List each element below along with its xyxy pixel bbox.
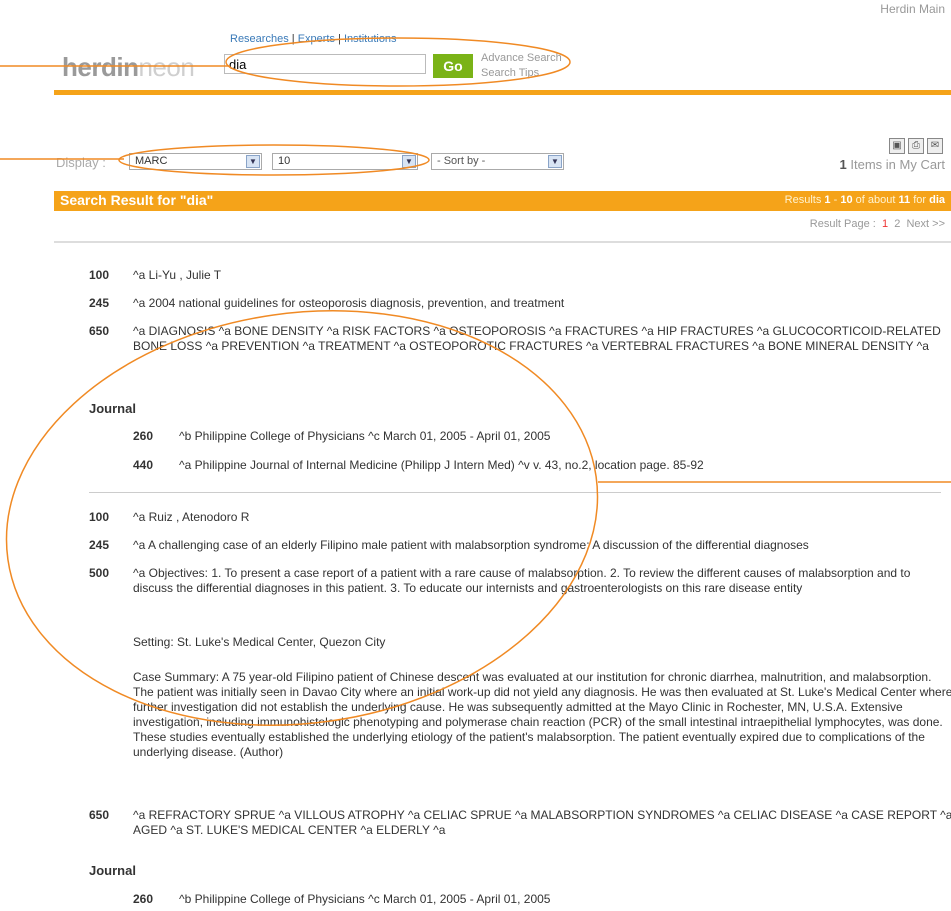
journal-heading: Journal (89, 401, 136, 416)
nav-researches[interactable]: Researches (230, 33, 289, 45)
format-select[interactable]: MARC ▼ (129, 153, 262, 170)
sort-select[interactable]: - Sort by - ▼ (431, 153, 564, 170)
result-title: Search Result for "dia" (60, 192, 214, 208)
pager: Result Page : 1 2 Next >> (809, 218, 945, 230)
chevron-down-icon: ▼ (548, 155, 562, 168)
nav-institutions[interactable]: Institutions (344, 33, 397, 45)
page-1[interactable]: 1 (882, 218, 888, 230)
count-select[interactable]: 10 ▼ (272, 153, 418, 170)
nav-experts[interactable]: Experts (298, 33, 335, 45)
chevron-down-icon: ▼ (246, 155, 260, 168)
display-label: Display : (56, 155, 106, 170)
search-links: Advance Search Search Tips (481, 51, 562, 81)
search-input[interactable] (224, 54, 426, 74)
result-bar: Search Result for "dia" Results 1 - 10 o… (54, 191, 951, 211)
header-divider (54, 90, 951, 95)
herdin-neon-logo[interactable]: herdinneon (62, 52, 195, 83)
cart-status[interactable]: 1 Items in My Cart (840, 157, 945, 172)
record-divider (89, 492, 941, 493)
email-icon[interactable]: ✉ (927, 138, 943, 154)
top-nav: Researches | Experts | Institutions (230, 33, 397, 45)
page-2[interactable]: 2 (894, 218, 900, 230)
save-icon[interactable]: ▣ (889, 138, 905, 154)
chevron-down-icon: ▼ (402, 155, 416, 168)
go-button[interactable]: Go (433, 54, 473, 78)
journal-heading: Journal (89, 863, 136, 878)
advance-search-link[interactable]: Advance Search (481, 51, 562, 66)
divider (54, 241, 951, 243)
print-icon[interactable]: ⎙ (908, 138, 924, 154)
toolbar-icons: ▣ ⎙ ✉ (886, 137, 943, 154)
search-tips-link[interactable]: Search Tips (481, 66, 562, 81)
next-link[interactable]: Next >> (906, 218, 945, 230)
result-count: Results 1 - 10 of about 11 for dia (784, 194, 945, 206)
herdin-main-link[interactable]: Herdin Main (880, 2, 945, 16)
annotation-overlay (0, 37, 951, 726)
